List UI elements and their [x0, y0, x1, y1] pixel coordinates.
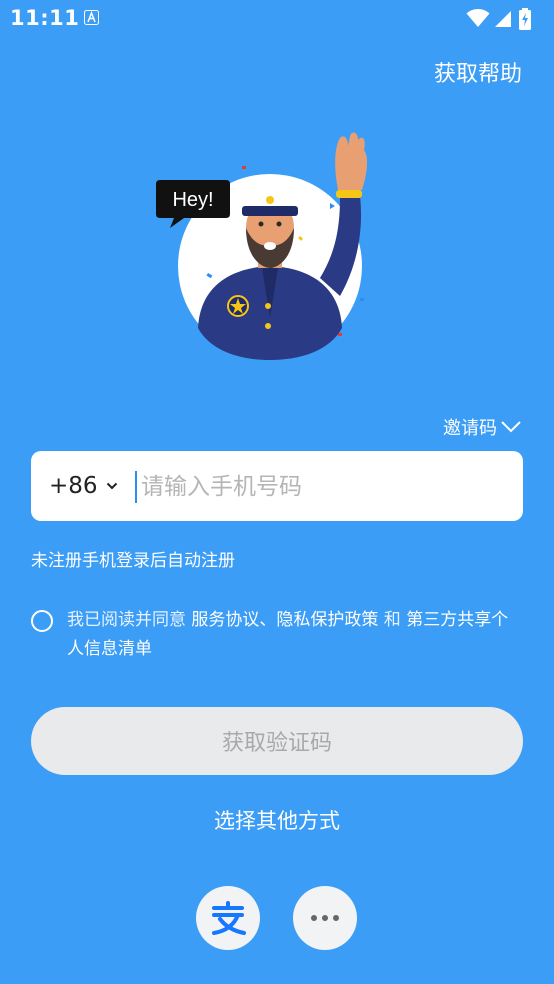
- more-login-options-button[interactable]: [293, 886, 357, 950]
- agreement-checkbox[interactable]: [31, 610, 53, 632]
- invite-code-toggle[interactable]: 邀请码: [443, 412, 522, 442]
- agreement-prefix: 我已阅读并同意: [67, 610, 192, 630]
- text-caret: [135, 471, 137, 503]
- country-code-selector[interactable]: +86: [49, 451, 118, 521]
- chevron-down-icon: [501, 421, 521, 433]
- agreement-conjunction: 和: [378, 610, 407, 630]
- captain-mascot-illustration: Hey!: [156, 132, 368, 360]
- other-login-methods-link[interactable]: 选择其他方式: [0, 805, 554, 835]
- agreement-text: 我已阅读并同意 服务协议、隐私保护政策 和 第三方共享个人信息清单: [67, 606, 525, 664]
- terms-privacy-link[interactable]: 服务协议、隐私保护政策: [191, 610, 378, 630]
- invite-code-label: 邀请码: [443, 418, 497, 439]
- signal-icon: [495, 11, 511, 27]
- speech-bubble-text: Hey!: [172, 189, 213, 211]
- app-notification-icon: [84, 10, 99, 25]
- battery-icon: [519, 8, 531, 30]
- get-verification-code-button[interactable]: 获取验证码: [31, 707, 523, 775]
- status-time: 11:11: [10, 6, 80, 30]
- phone-field: +86: [31, 451, 523, 521]
- country-code-value: +86: [49, 473, 98, 499]
- chevron-down-icon: [106, 482, 117, 490]
- status-right-icons: [466, 8, 546, 30]
- auto-register-hint: 未注册手机登录后自动注册: [31, 551, 235, 571]
- alipay-logo-icon: [212, 901, 246, 935]
- more-dots-icon: [311, 915, 339, 921]
- status-bar: 11:11: [0, 0, 554, 38]
- wifi-icon: [466, 9, 490, 27]
- phone-number-input[interactable]: [139, 463, 513, 511]
- login-screen: 11:11 获取帮助 Hey! 邀请码 +86 请输入手机号码 未注册手机登录后…: [0, 0, 554, 984]
- help-link[interactable]: 获取帮助: [434, 56, 522, 88]
- alipay-login-button[interactable]: [196, 886, 260, 950]
